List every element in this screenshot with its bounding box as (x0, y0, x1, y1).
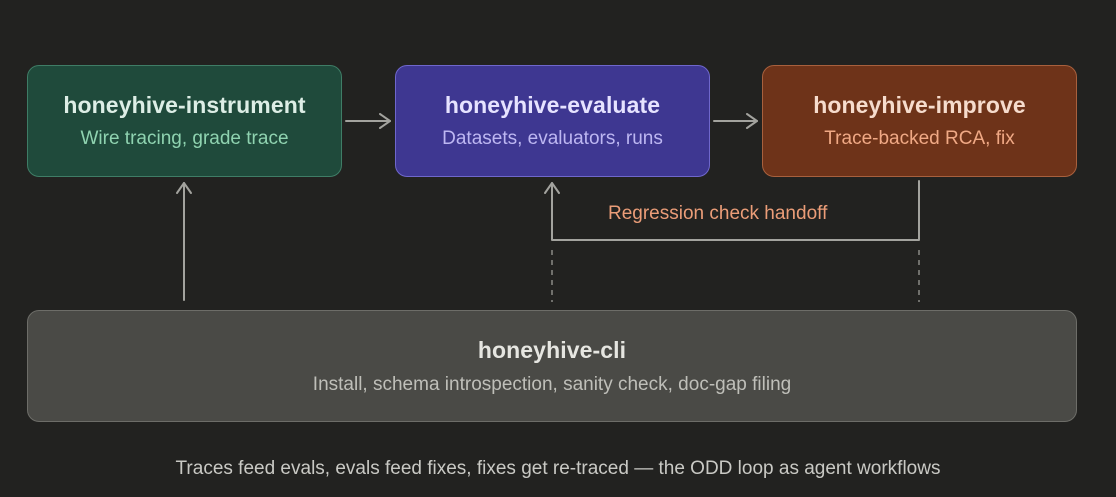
node-subtitle: Install, schema introspection, sanity ch… (312, 373, 792, 395)
edge-label-regression-check: Regression check handoff (608, 203, 828, 224)
diagram-caption: Traces feed evals, evals feed fixes, fix… (175, 458, 941, 479)
node-honeyhive-improve: honeyhive-improve Trace-backed RCA, fix (762, 65, 1077, 177)
node-title: honeyhive-instrument (63, 92, 306, 118)
node-title: honeyhive-cli (477, 336, 627, 363)
node-subtitle: Trace-backed RCA, fix (824, 128, 1015, 149)
arrow-instrument-to-evaluate (345, 113, 391, 129)
arrow-cli-to-instrument (176, 182, 192, 301)
node-honeyhive-evaluate: honeyhive-evaluate Datasets, evaluators,… (395, 65, 710, 177)
node-subtitle: Wire tracing, grade trace (80, 128, 289, 149)
node-title: honeyhive-evaluate (444, 92, 661, 118)
arrow-evaluate-to-improve (713, 113, 758, 129)
node-honeyhive-cli: honeyhive-cli Install, schema introspect… (27, 310, 1077, 422)
node-title: honeyhive-improve (813, 92, 1026, 118)
node-subtitle: Datasets, evaluators, runs (442, 128, 663, 149)
node-honeyhive-instrument: honeyhive-instrument Wire tracing, grade… (27, 65, 342, 177)
